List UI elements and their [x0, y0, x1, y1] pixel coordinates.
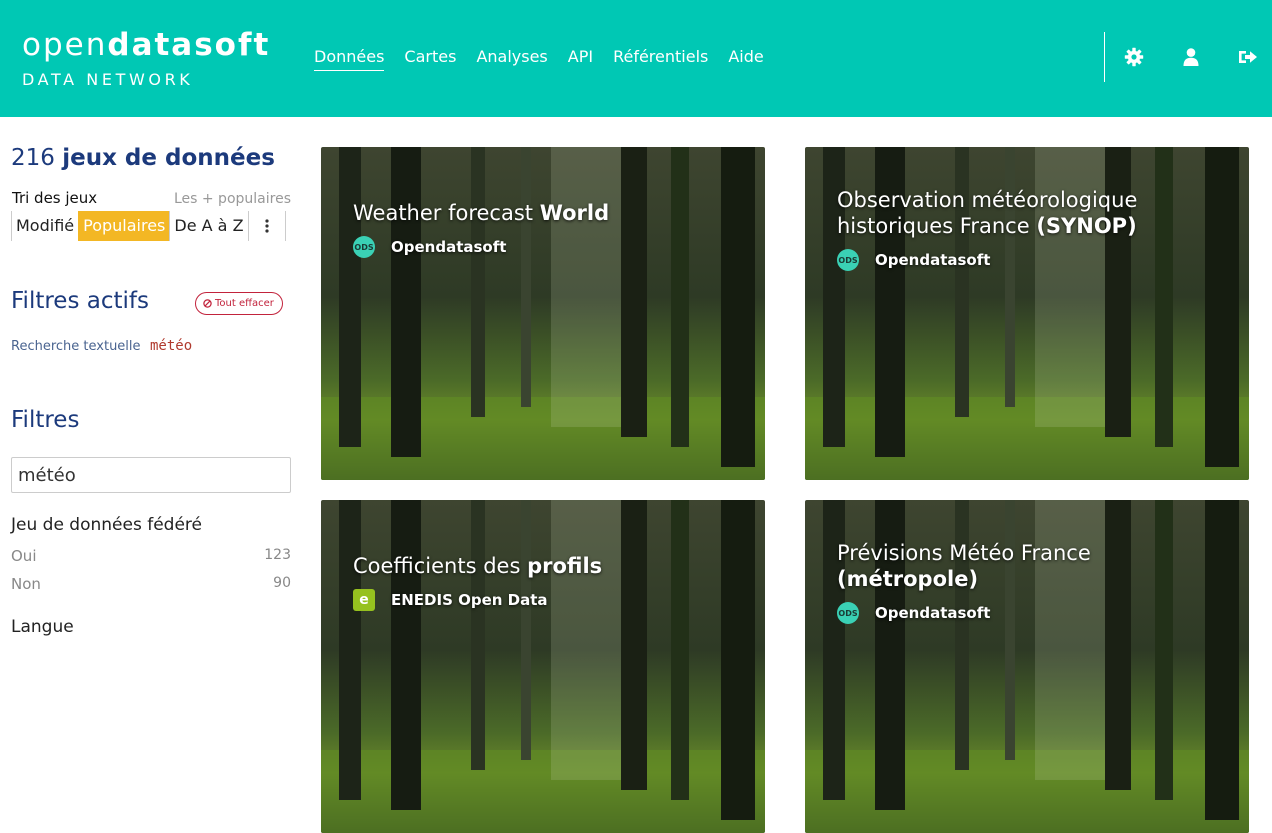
- forest-image: [321, 500, 765, 833]
- card-publisher: e ENEDIS Open Data: [353, 589, 548, 611]
- sort-option-populaires[interactable]: Populaires: [78, 211, 170, 241]
- publisher-name: Opendatasoft: [875, 251, 991, 269]
- forest-image: [321, 147, 765, 480]
- card-publisher: ODS Opendatasoft: [837, 602, 990, 624]
- publisher-name: Opendatasoft: [391, 238, 507, 256]
- sort-option-modifie[interactable]: Modifié: [11, 211, 78, 241]
- card-title[interactable]: Prévisions Météo France (métropole): [837, 540, 1157, 592]
- active-filter-value[interactable]: météo: [150, 338, 192, 354]
- publisher-name: Opendatasoft: [875, 604, 991, 622]
- facet-item-label: Oui: [11, 547, 37, 565]
- facet-item-count: 90: [273, 575, 291, 591]
- ban-icon: [203, 299, 212, 308]
- dataset-card[interactable]: Prévisions Météo France (métropole) ODS …: [805, 500, 1249, 833]
- card-title[interactable]: Coefficients des profils: [353, 553, 733, 579]
- card-publisher: ODS Opendatasoft: [837, 249, 990, 271]
- header-divider: [1104, 32, 1105, 82]
- dataset-card[interactable]: Coefficients des profils e ENEDIS Open D…: [321, 500, 765, 833]
- dataset-card[interactable]: Observation météorologique historiques F…: [805, 147, 1249, 480]
- card-title[interactable]: Observation météorologique historiques F…: [837, 187, 1157, 239]
- card-title[interactable]: Weather forecast World: [353, 200, 733, 226]
- sort-label: Tri des jeux: [12, 189, 98, 207]
- brand-logo[interactable]: opendatasoft DATA NETWORK: [22, 26, 270, 89]
- brand-subtitle: DATA NETWORK: [22, 70, 194, 89]
- top-header: opendatasoft DATA NETWORK Données Cartes…: [0, 0, 1272, 117]
- active-filters-title: Filtres actifs: [11, 288, 149, 314]
- nav-donnees[interactable]: Données: [314, 46, 385, 71]
- kebab-icon: [264, 219, 269, 233]
- facet-title-federated: Jeu de données fédéré: [11, 515, 202, 535]
- more-options-button[interactable]: [247, 211, 286, 241]
- dataset-count: 216 jeux de données: [11, 145, 275, 171]
- gear-icon[interactable]: [1124, 47, 1144, 67]
- active-filter-key: Recherche textuelle: [11, 339, 141, 354]
- nav-aide[interactable]: Aide: [728, 46, 763, 71]
- facet-title-langue: Langue: [11, 617, 74, 637]
- nav-analyses[interactable]: Analyses: [476, 46, 547, 71]
- nav-referentiels[interactable]: Référentiels: [613, 46, 708, 71]
- opendatasoft-logo-icon: ODS: [837, 602, 859, 624]
- facet-item-count: 123: [264, 547, 291, 563]
- nav-api[interactable]: API: [568, 46, 593, 71]
- filters-title: Filtres: [11, 407, 80, 433]
- facet-item-oui[interactable]: Oui 123: [11, 547, 291, 565]
- clear-all-label: Tout effacer: [215, 298, 274, 309]
- user-icon[interactable]: [1181, 47, 1201, 67]
- card-publisher: ODS Opendatasoft: [353, 236, 506, 258]
- clear-all-button[interactable]: Tout effacer: [195, 292, 283, 315]
- sign-out-icon[interactable]: [1238, 47, 1258, 67]
- enedis-logo-icon: e: [353, 589, 375, 611]
- filter-search-input[interactable]: [11, 457, 291, 493]
- brand-name: opendatasoft: [22, 27, 271, 63]
- sort-options: Modifié Populaires De A à Z: [11, 211, 286, 241]
- sort-option-a-z[interactable]: De A à Z: [169, 211, 247, 241]
- dataset-card[interactable]: Weather forecast World ODS Opendatasoft: [321, 147, 765, 480]
- main-nav: Données Cartes Analyses API Référentiels…: [314, 46, 764, 71]
- facet-item-non[interactable]: Non 90: [11, 575, 291, 593]
- facet-item-label: Non: [11, 575, 41, 593]
- nav-cartes[interactable]: Cartes: [404, 46, 456, 71]
- publisher-name: ENEDIS Open Data: [391, 591, 548, 609]
- opendatasoft-logo-icon: ODS: [353, 236, 375, 258]
- sort-current: Les + populaires: [173, 191, 291, 207]
- opendatasoft-logo-icon: ODS: [837, 249, 859, 271]
